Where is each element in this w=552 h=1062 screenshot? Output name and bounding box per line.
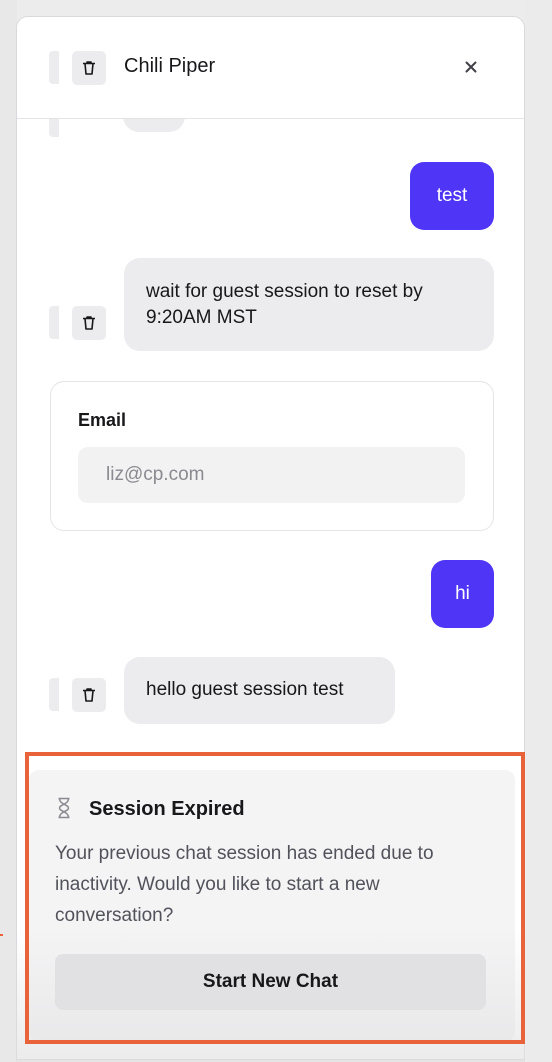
header-side-tab <box>49 51 59 84</box>
close-button[interactable] <box>461 57 481 77</box>
side-tab-previous <box>49 118 59 137</box>
page-background-left <box>0 0 17 1062</box>
user-message-text: hi <box>455 583 470 604</box>
bot-message-text: hello guest session test <box>146 679 344 700</box>
message-list: test wait for guest session to reset by … <box>17 118 524 768</box>
page-background-right <box>526 0 552 1062</box>
highlight-outline <box>25 752 525 1044</box>
trash-icon <box>83 316 95 330</box>
user-message-text: test <box>436 185 468 206</box>
highlight-marker <box>0 934 3 936</box>
previous-message-bubble <box>123 118 185 132</box>
bot-message: hello guest session test <box>124 657 395 724</box>
chat-header: Chili Piper <box>17 17 524 119</box>
user-message: hi <box>431 560 494 628</box>
bot-avatar <box>72 51 106 85</box>
user-message: test <box>410 162 494 230</box>
close-icon <box>465 61 477 73</box>
email-form-card: Email <box>50 381 494 531</box>
email-field[interactable] <box>78 447 465 503</box>
bot-side-tab <box>49 306 59 339</box>
bot-message-text: wait for guest session to reset by 9:20A… <box>146 281 423 328</box>
bot-message: wait for guest session to reset by 9:20A… <box>124 258 494 351</box>
trash-icon <box>83 61 95 75</box>
bot-side-tab <box>49 678 59 711</box>
chat-title: Chili Piper <box>124 55 216 77</box>
trash-icon <box>83 688 95 702</box>
email-label: Email <box>78 410 127 430</box>
bot-avatar <box>72 678 106 712</box>
bot-avatar <box>72 306 106 340</box>
